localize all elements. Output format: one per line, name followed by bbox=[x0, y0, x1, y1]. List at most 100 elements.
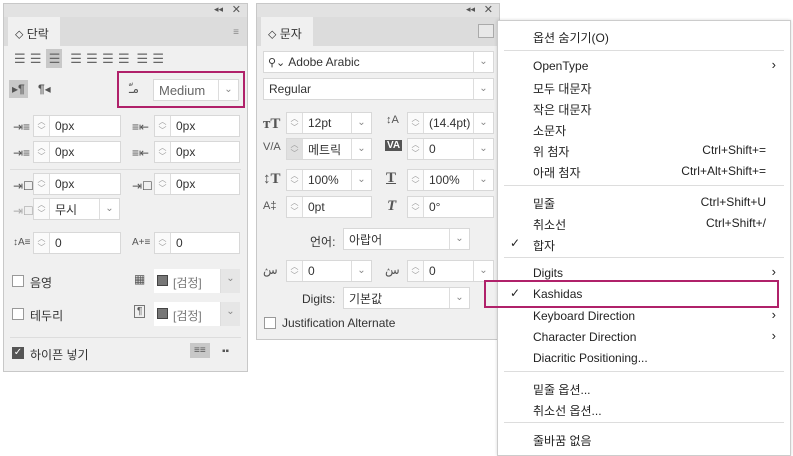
stepper[interactable]: ︿ ﹀ bbox=[408, 139, 424, 159]
ltr-direction-icon[interactable]: ▸¶ bbox=[9, 80, 28, 98]
chevron-down-icon[interactable]: ⌄ bbox=[449, 229, 469, 249]
chevron-down-icon[interactable]: ⌄ bbox=[473, 52, 493, 72]
menu-item[interactable]: 밑줄 옵션... bbox=[498, 378, 790, 398]
chevron-down-icon[interactable]: ⌄ bbox=[473, 113, 493, 133]
tab-character[interactable]: ⬦ 문자 bbox=[261, 17, 313, 46]
stepper[interactable]: ︿ ﹀ bbox=[287, 170, 303, 190]
font-family-select[interactable]: ⚲⌄ Adobe Arabic ⌄ bbox=[263, 51, 494, 73]
menu-item[interactable]: Character Direction › bbox=[498, 327, 790, 347]
shading-swatch-icon[interactable]: ▦ bbox=[134, 272, 145, 286]
rtl-direction-icon[interactable]: ¶◂ bbox=[38, 82, 51, 96]
shading-checkbox[interactable] bbox=[12, 275, 24, 287]
tab-paragraph[interactable]: ⬦ 단락 bbox=[8, 17, 60, 46]
panel-menu-icon[interactable]: ≡ bbox=[233, 27, 239, 38]
menu-item[interactable]: Keyboard Direction › bbox=[498, 306, 790, 326]
align-right-icon[interactable]: ☰ bbox=[45, 49, 63, 68]
kerning-select[interactable]: ︿ ﹀ 메트릭 ⌄ bbox=[286, 138, 372, 160]
left-indent-input[interactable]: ︿ ﹀ 0px bbox=[33, 115, 121, 137]
chevron-down-icon[interactable]: ⌄ bbox=[220, 269, 240, 293]
menu-item[interactable]: 소문자 bbox=[498, 119, 790, 139]
space-after-input[interactable]: ︿ ﹀ 0px bbox=[154, 173, 240, 195]
menu-item[interactable]: Diacritic Positioning... bbox=[498, 348, 790, 368]
space-before-input[interactable]: ︿ ﹀ 0px bbox=[33, 173, 121, 195]
stepper[interactable]: ︿ ﹀ bbox=[408, 261, 424, 281]
menu-item[interactable]: 아래 첨자 Ctrl+Alt+Shift+= bbox=[498, 161, 790, 181]
collapse-icon[interactable]: ◂◂ bbox=[466, 4, 475, 15]
chevron-down-icon[interactable]: ⌄ bbox=[473, 170, 493, 190]
align-spine-icon[interactable]: ☰ bbox=[136, 51, 148, 66]
stepper[interactable]: ︿ ﹀ bbox=[408, 113, 424, 133]
align-left-icon[interactable]: ☰ bbox=[14, 51, 26, 66]
stepper[interactable]: ︿ ﹀ bbox=[408, 170, 424, 190]
hyphenate-checkbox[interactable]: ✓ bbox=[12, 347, 24, 359]
diacritic-x-input[interactable]: ︿ ﹀ 0 ⌄ bbox=[286, 260, 372, 282]
close-icon[interactable]: ✕ bbox=[484, 3, 493, 16]
digits-select[interactable]: 기본값 ⌄ bbox=[343, 287, 470, 309]
stepper[interactable]: ︿ ﹀ bbox=[287, 139, 303, 159]
align-away-spine-icon[interactable]: ☰ bbox=[152, 51, 164, 66]
chevron-down-icon[interactable]: ⌄ bbox=[351, 261, 371, 281]
vertical-scale-input[interactable]: ︿ ﹀ 100% ⌄ bbox=[286, 169, 372, 191]
menu-item[interactable]: 밑줄 Ctrl+Shift+U bbox=[498, 192, 790, 212]
menu-item[interactable]: 취소선 옵션... bbox=[498, 399, 790, 419]
language-select[interactable]: 아랍어 ⌄ bbox=[343, 228, 470, 250]
multi-line-composer-icon[interactable]: ▪▪ bbox=[222, 346, 229, 357]
font-style-select[interactable]: Regular ⌄ bbox=[263, 78, 494, 100]
stepper[interactable]: ︿ ﹀ bbox=[155, 142, 171, 162]
single-line-composer-icon[interactable]: ≡≡ bbox=[190, 343, 210, 358]
align-grid-select[interactable]: ︿ ﹀ 무시 ⌄ bbox=[33, 198, 120, 220]
border-color-select[interactable]: [검정] ⌄ bbox=[154, 302, 240, 326]
chevron-down-icon[interactable]: ⌄ bbox=[473, 139, 493, 159]
right-indent-input[interactable]: ︿ ﹀ 0px bbox=[154, 115, 240, 137]
tracking-select[interactable]: ︿ ﹀ 0 ⌄ bbox=[407, 138, 494, 160]
font-size-input[interactable]: ︿ ﹀ 12pt ⌄ bbox=[286, 112, 372, 134]
menu-item[interactable]: 위 첨자 Ctrl+Shift+= bbox=[498, 140, 790, 160]
collapse-icon[interactable]: ◂◂ bbox=[214, 4, 223, 15]
stepper[interactable]: ︿ ﹀ bbox=[287, 261, 303, 281]
stepper[interactable]: ︿ ﹀ bbox=[34, 142, 50, 162]
justify-all-icon[interactable]: ☰ bbox=[118, 51, 130, 66]
menu-item[interactable]: 작은 대문자 bbox=[498, 98, 790, 118]
justification-alternate-checkbox[interactable] bbox=[264, 317, 276, 329]
first-line-indent-input[interactable]: ︿ ﹀ 0px bbox=[33, 141, 121, 163]
justify-center-icon[interactable]: ☰ bbox=[86, 51, 98, 66]
border-checkbox[interactable] bbox=[12, 308, 24, 320]
stepper[interactable]: ︿ ﹀ bbox=[287, 197, 303, 217]
align-buttons[interactable]: ☰ ☰ ☰ ☰ ☰ ☰ ☰ ☰ ☰ bbox=[14, 49, 164, 68]
border-pilcrow-icon[interactable]: ¶ bbox=[134, 305, 146, 318]
menu-item[interactable]: 취소선 Ctrl+Shift+/ bbox=[498, 213, 790, 233]
stepper[interactable]: ︿ ﹀ bbox=[34, 174, 50, 194]
stepper[interactable]: ︿ ﹀ bbox=[287, 113, 303, 133]
stepper[interactable]: ︿ ﹀ bbox=[34, 233, 50, 253]
menu-item[interactable]: 줄바꿈 없음 bbox=[498, 429, 790, 449]
close-icon[interactable]: ✕ bbox=[232, 3, 241, 16]
stepper[interactable]: ︿ ﹀ bbox=[155, 116, 171, 136]
chevron-down-icon[interactable]: ⌄ bbox=[473, 261, 493, 281]
stepper[interactable]: ︿ ﹀ bbox=[155, 233, 171, 253]
menu-item[interactable]: 모두 대문자 bbox=[498, 77, 790, 97]
chevron-down-icon[interactable]: ⌄ bbox=[99, 199, 119, 219]
horizontal-scale-input[interactable]: ︿ ﹀ 100% ⌄ bbox=[407, 169, 494, 191]
stepper[interactable]: ︿ ﹀ bbox=[34, 116, 50, 136]
justify-right-icon[interactable]: ☰ bbox=[102, 51, 114, 66]
panel-menu-icon[interactable] bbox=[478, 24, 494, 38]
drop-cap-chars-input[interactable]: ︿ ﹀ 0 bbox=[154, 232, 240, 254]
chevron-down-icon[interactable]: ⌄ bbox=[351, 113, 371, 133]
stepper[interactable]: ︿ ﹀ bbox=[155, 174, 171, 194]
menu-item[interactable]: OpenType › bbox=[498, 56, 790, 76]
chevron-down-icon[interactable]: ⌄ bbox=[351, 139, 371, 159]
drop-cap-lines-input[interactable]: ︿ ﹀ 0 bbox=[33, 232, 121, 254]
chevron-down-icon[interactable]: ⌄ bbox=[220, 302, 240, 326]
stepper[interactable]: ︿ ﹀ bbox=[408, 197, 424, 217]
last-line-indent-input[interactable]: ︿ ﹀ 0px bbox=[154, 141, 240, 163]
menu-item[interactable]: 옵션 숨기기(O) bbox=[498, 26, 790, 46]
chevron-down-icon[interactable]: ⌄ bbox=[449, 288, 469, 308]
chevron-down-icon[interactable]: ⌄ bbox=[473, 79, 493, 99]
baseline-shift-input[interactable]: ︿ ﹀ 0pt bbox=[286, 196, 372, 218]
diacritic-y-input[interactable]: ︿ ﹀ 0 ⌄ bbox=[407, 260, 494, 282]
leading-input[interactable]: ︿ ﹀ (14.4pt) ⌄ bbox=[407, 112, 494, 134]
shading-color-select[interactable]: [검정] ⌄ bbox=[154, 269, 240, 293]
chevron-down-icon[interactable]: ⌄ bbox=[351, 170, 371, 190]
menu-item[interactable]: ✓ 합자 bbox=[498, 234, 790, 254]
align-center-icon[interactable]: ☰ bbox=[30, 51, 42, 66]
